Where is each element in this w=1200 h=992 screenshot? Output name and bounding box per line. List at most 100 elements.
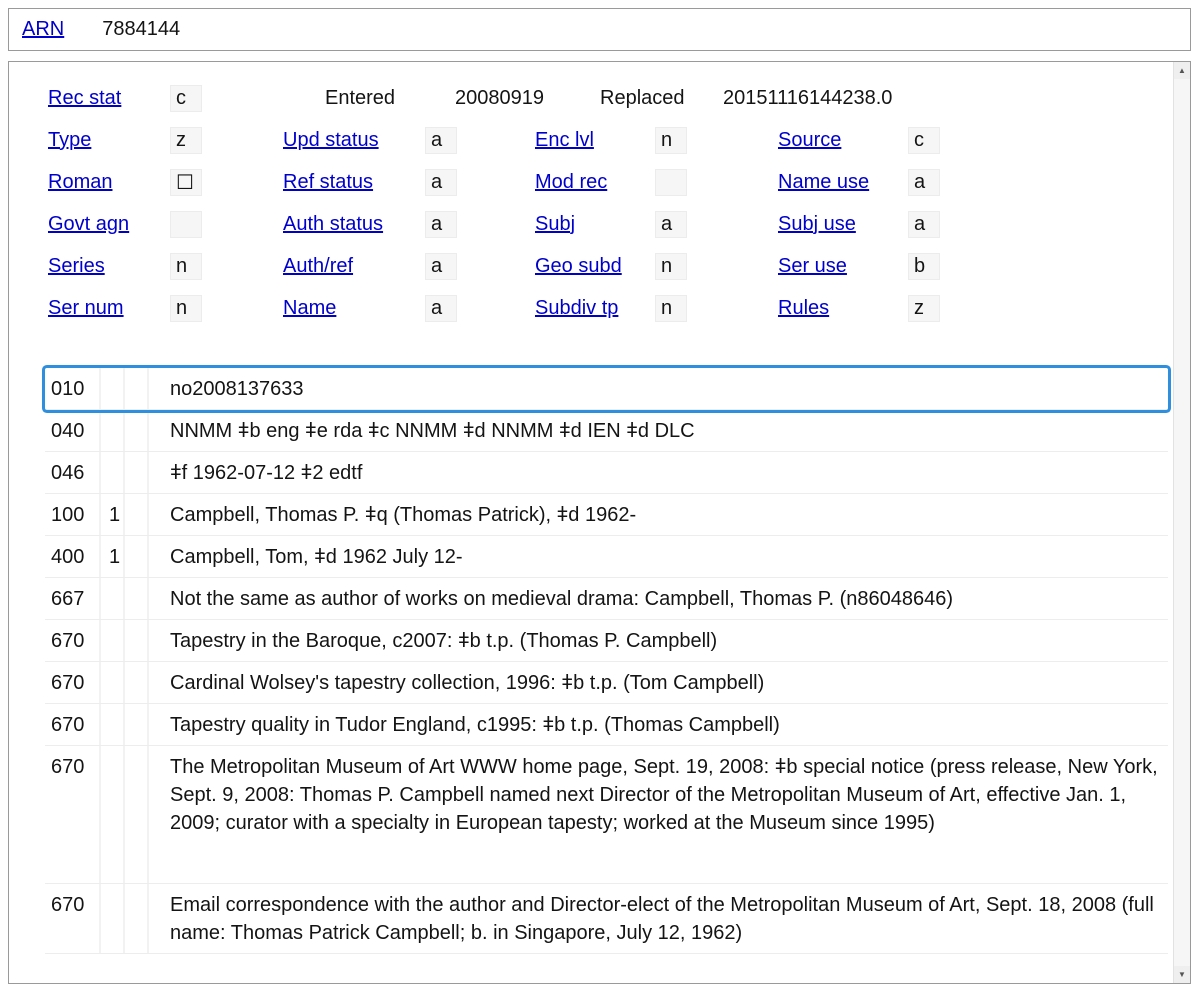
field-content[interactable]: The Metropolitan Museum of Art WWW home … <box>149 746 1168 883</box>
field-tag[interactable]: 670 <box>45 884 101 953</box>
geo-subd-value[interactable]: n <box>655 253 687 280</box>
field-tag[interactable]: 010 <box>45 368 101 409</box>
field-tag[interactable]: 670 <box>45 704 101 745</box>
ser-num-value[interactable]: n <box>170 295 202 322</box>
govt-agn-value[interactable] <box>170 211 202 238</box>
scroll-down-icon[interactable]: ▼ <box>1174 966 1190 983</box>
rec-stat-value[interactable]: c <box>170 85 202 112</box>
field-indicator1[interactable] <box>101 452 125 493</box>
marc-field-row[interactable]: 667 Not the same as author of works on m… <box>45 578 1168 620</box>
geo-subd-link[interactable]: Geo subd <box>535 255 655 278</box>
govt-agn-link[interactable]: Govt agn <box>48 213 170 236</box>
mod-rec-value[interactable] <box>655 169 687 196</box>
field-content[interactable]: no2008137633 <box>149 368 1168 409</box>
ser-num-link[interactable]: Ser num <box>48 297 170 320</box>
field-tag[interactable]: 040 <box>45 410 101 451</box>
field-indicator1[interactable] <box>101 704 125 745</box>
name-use-value[interactable]: a <box>908 169 940 196</box>
field-content[interactable]: Email correspondence with the author and… <box>149 884 1168 953</box>
arn-link[interactable]: ARN <box>22 18 64 41</box>
source-link[interactable]: Source <box>778 129 908 152</box>
auth-status-value[interactable]: a <box>425 211 457 238</box>
ref-status-link[interactable]: Ref status <box>283 171 425 194</box>
field-tag[interactable]: 400 <box>45 536 101 577</box>
field-tag[interactable]: 670 <box>45 746 101 883</box>
type-value[interactable]: z <box>170 127 202 154</box>
upd-status-value[interactable]: a <box>425 127 457 154</box>
field-content[interactable]: Campbell, Thomas P. ǂq (Thomas Patrick),… <box>149 494 1168 535</box>
name-use-link[interactable]: Name use <box>778 171 908 194</box>
ser-use-value[interactable]: b <box>908 253 940 280</box>
marc-field-row[interactable]: 670 Email correspondence with the author… <box>45 884 1168 954</box>
field-tag[interactable]: 670 <box>45 662 101 703</box>
field-indicator1[interactable]: 1 <box>101 494 125 535</box>
series-link[interactable]: Series <box>48 255 170 278</box>
subj-use-link[interactable]: Subj use <box>778 213 908 236</box>
field-indicator1[interactable] <box>101 410 125 451</box>
field-content[interactable]: NNMM ǂb eng ǂe rda ǂc NNMM ǂd NNMM ǂd IE… <box>149 410 1168 451</box>
field-tag[interactable]: 046 <box>45 452 101 493</box>
auth-ref-value[interactable]: a <box>425 253 457 280</box>
field-content[interactable]: Campbell, Tom, ǂd 1962 July 12- <box>149 536 1168 577</box>
series-value[interactable]: n <box>170 253 202 280</box>
marc-field-row[interactable]: 670 The Metropolitan Museum of Art WWW h… <box>45 746 1168 884</box>
ref-status-value[interactable]: a <box>425 169 457 196</box>
vertical-scrollbar[interactable]: ▲ ▼ <box>1173 62 1190 983</box>
subdiv-tp-link[interactable]: Subdiv tp <box>535 297 655 320</box>
field-indicator2[interactable] <box>125 536 149 577</box>
subj-value[interactable]: a <box>655 211 687 238</box>
scroll-up-icon[interactable]: ▲ <box>1174 62 1190 79</box>
field-indicator2[interactable] <box>125 662 149 703</box>
field-indicator2[interactable] <box>125 410 149 451</box>
field-content[interactable]: Tapestry quality in Tudor England, c1995… <box>149 704 1168 745</box>
auth-status-link[interactable]: Auth status <box>283 213 425 236</box>
field-indicator2[interactable] <box>125 620 149 661</box>
rules-link[interactable]: Rules <box>778 297 908 320</box>
field-indicator2[interactable] <box>125 704 149 745</box>
marc-field-row[interactable]: 400 1 Campbell, Tom, ǂd 1962 July 12- <box>45 536 1168 578</box>
marc-field-row[interactable]: 046 ǂf 1962-07-12 ǂ2 edtf <box>45 452 1168 494</box>
field-indicator2[interactable] <box>125 578 149 619</box>
field-tag[interactable]: 670 <box>45 620 101 661</box>
ser-use-link[interactable]: Ser use <box>778 255 908 278</box>
field-indicator2[interactable] <box>125 746 149 883</box>
name-link[interactable]: Name <box>283 297 425 320</box>
roman-link[interactable]: Roman <box>48 171 170 194</box>
marc-field-row[interactable]: 100 1 Campbell, Thomas P. ǂq (Thomas Pat… <box>45 494 1168 536</box>
marc-field-row[interactable]: 010 no2008137633 <box>45 368 1168 410</box>
field-indicator2[interactable] <box>125 452 149 493</box>
field-tag[interactable]: 100 <box>45 494 101 535</box>
field-indicator1[interactable] <box>101 578 125 619</box>
field-content[interactable]: Tapestry in the Baroque, c2007: ǂb t.p. … <box>149 620 1168 661</box>
marc-field-row[interactable]: 670 Tapestry quality in Tudor England, c… <box>45 704 1168 746</box>
marc-field-row[interactable]: 040 NNMM ǂb eng ǂe rda ǂc NNMM ǂd NNMM ǂ… <box>45 410 1168 452</box>
source-value[interactable]: c <box>908 127 940 154</box>
field-indicator2[interactable] <box>125 494 149 535</box>
field-indicator1[interactable] <box>101 884 125 953</box>
subj-use-value[interactable]: a <box>908 211 940 238</box>
upd-status-link[interactable]: Upd status <box>283 129 425 152</box>
field-tag[interactable]: 667 <box>45 578 101 619</box>
name-value[interactable]: a <box>425 295 457 322</box>
roman-value[interactable]: ☐ <box>170 169 202 196</box>
field-content[interactable]: ǂf 1962-07-12 ǂ2 edtf <box>149 452 1168 493</box>
rules-value[interactable]: z <box>908 295 940 322</box>
enc-lvl-value[interactable]: n <box>655 127 687 154</box>
field-indicator1[interactable] <box>101 620 125 661</box>
field-content[interactable]: Not the same as author of works on medie… <box>149 578 1168 619</box>
type-link[interactable]: Type <box>48 129 170 152</box>
subdiv-tp-value[interactable]: n <box>655 295 687 322</box>
marc-field-row[interactable]: 670 Tapestry in the Baroque, c2007: ǂb t… <box>45 620 1168 662</box>
field-indicator2[interactable] <box>125 368 149 409</box>
auth-ref-link[interactable]: Auth/ref <box>283 255 425 278</box>
field-indicator1[interactable] <box>101 662 125 703</box>
field-content[interactable]: Cardinal Wolsey's tapestry collection, 1… <box>149 662 1168 703</box>
field-indicator1[interactable] <box>101 746 125 883</box>
rec-stat-link[interactable]: Rec stat <box>48 87 170 110</box>
field-indicator1[interactable] <box>101 368 125 409</box>
subj-link[interactable]: Subj <box>535 213 655 236</box>
marc-field-row[interactable]: 670 Cardinal Wolsey's tapestry collectio… <box>45 662 1168 704</box>
enc-lvl-link[interactable]: Enc lvl <box>535 129 655 152</box>
mod-rec-link[interactable]: Mod rec <box>535 171 655 194</box>
field-indicator1[interactable]: 1 <box>101 536 125 577</box>
